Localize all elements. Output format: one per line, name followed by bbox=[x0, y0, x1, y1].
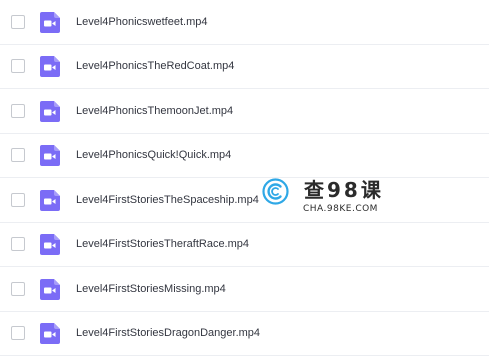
row-checkbox[interactable] bbox=[11, 282, 25, 296]
watermark-url: CHA.98KE.COM bbox=[303, 204, 378, 214]
row-checkbox[interactable] bbox=[11, 59, 25, 73]
video-file-icon bbox=[40, 101, 60, 122]
watermark: 查98课 CHA.98KE.COM bbox=[262, 174, 392, 218]
row-checkbox[interactable] bbox=[11, 193, 25, 207]
video-file-icon bbox=[40, 56, 60, 77]
file-row[interactable]: Level4Phonicswetfeet.mp4 bbox=[0, 0, 489, 45]
file-row[interactable]: Level4PhonicsThemoonJet.mp4 bbox=[0, 89, 489, 134]
file-row[interactable]: Level4FirstStoriesDragonDanger.mp4 bbox=[0, 312, 489, 356]
video-file-icon bbox=[40, 12, 60, 33]
file-row[interactable]: Level4FirstStoriesTheSpaceship.mp4 bbox=[0, 178, 489, 223]
video-file-icon bbox=[40, 323, 60, 344]
watermark-title: 查98课 bbox=[304, 174, 384, 203]
file-name[interactable]: Level4Phonicswetfeet.mp4 bbox=[76, 16, 207, 28]
file-name[interactable]: Level4FirstStoriesDragonDanger.mp4 bbox=[76, 327, 260, 339]
file-list: Level4Phonicswetfeet.mp4 Level4PhonicsTh… bbox=[0, 0, 489, 356]
file-name[interactable]: Level4FirstStoriesMissing.mp4 bbox=[76, 283, 226, 295]
file-row[interactable]: Level4PhonicsQuick!Quick.mp4 bbox=[0, 134, 489, 179]
video-file-icon bbox=[40, 190, 60, 211]
row-checkbox[interactable] bbox=[11, 104, 25, 118]
watermark-logo-icon bbox=[262, 178, 289, 205]
row-checkbox[interactable] bbox=[11, 326, 25, 340]
row-checkbox[interactable] bbox=[11, 15, 25, 29]
row-checkbox[interactable] bbox=[11, 148, 25, 162]
video-file-icon bbox=[40, 234, 60, 255]
file-name[interactable]: Level4PhonicsQuick!Quick.mp4 bbox=[76, 149, 231, 161]
file-name[interactable]: Level4PhonicsThemoonJet.mp4 bbox=[76, 105, 233, 117]
video-file-icon bbox=[40, 279, 60, 300]
file-name[interactable]: Level4PhonicsTheRedCoat.mp4 bbox=[76, 60, 234, 72]
row-checkbox[interactable] bbox=[11, 237, 25, 251]
file-name[interactable]: Level4FirstStoriesTheraftRace.mp4 bbox=[76, 238, 249, 250]
file-name[interactable]: Level4FirstStoriesTheSpaceship.mp4 bbox=[76, 194, 259, 206]
file-row[interactable]: Level4FirstStoriesTheraftRace.mp4 bbox=[0, 223, 489, 268]
file-row[interactable]: Level4PhonicsTheRedCoat.mp4 bbox=[0, 45, 489, 90]
video-file-icon bbox=[40, 145, 60, 166]
file-row[interactable]: Level4FirstStoriesMissing.mp4 bbox=[0, 267, 489, 312]
